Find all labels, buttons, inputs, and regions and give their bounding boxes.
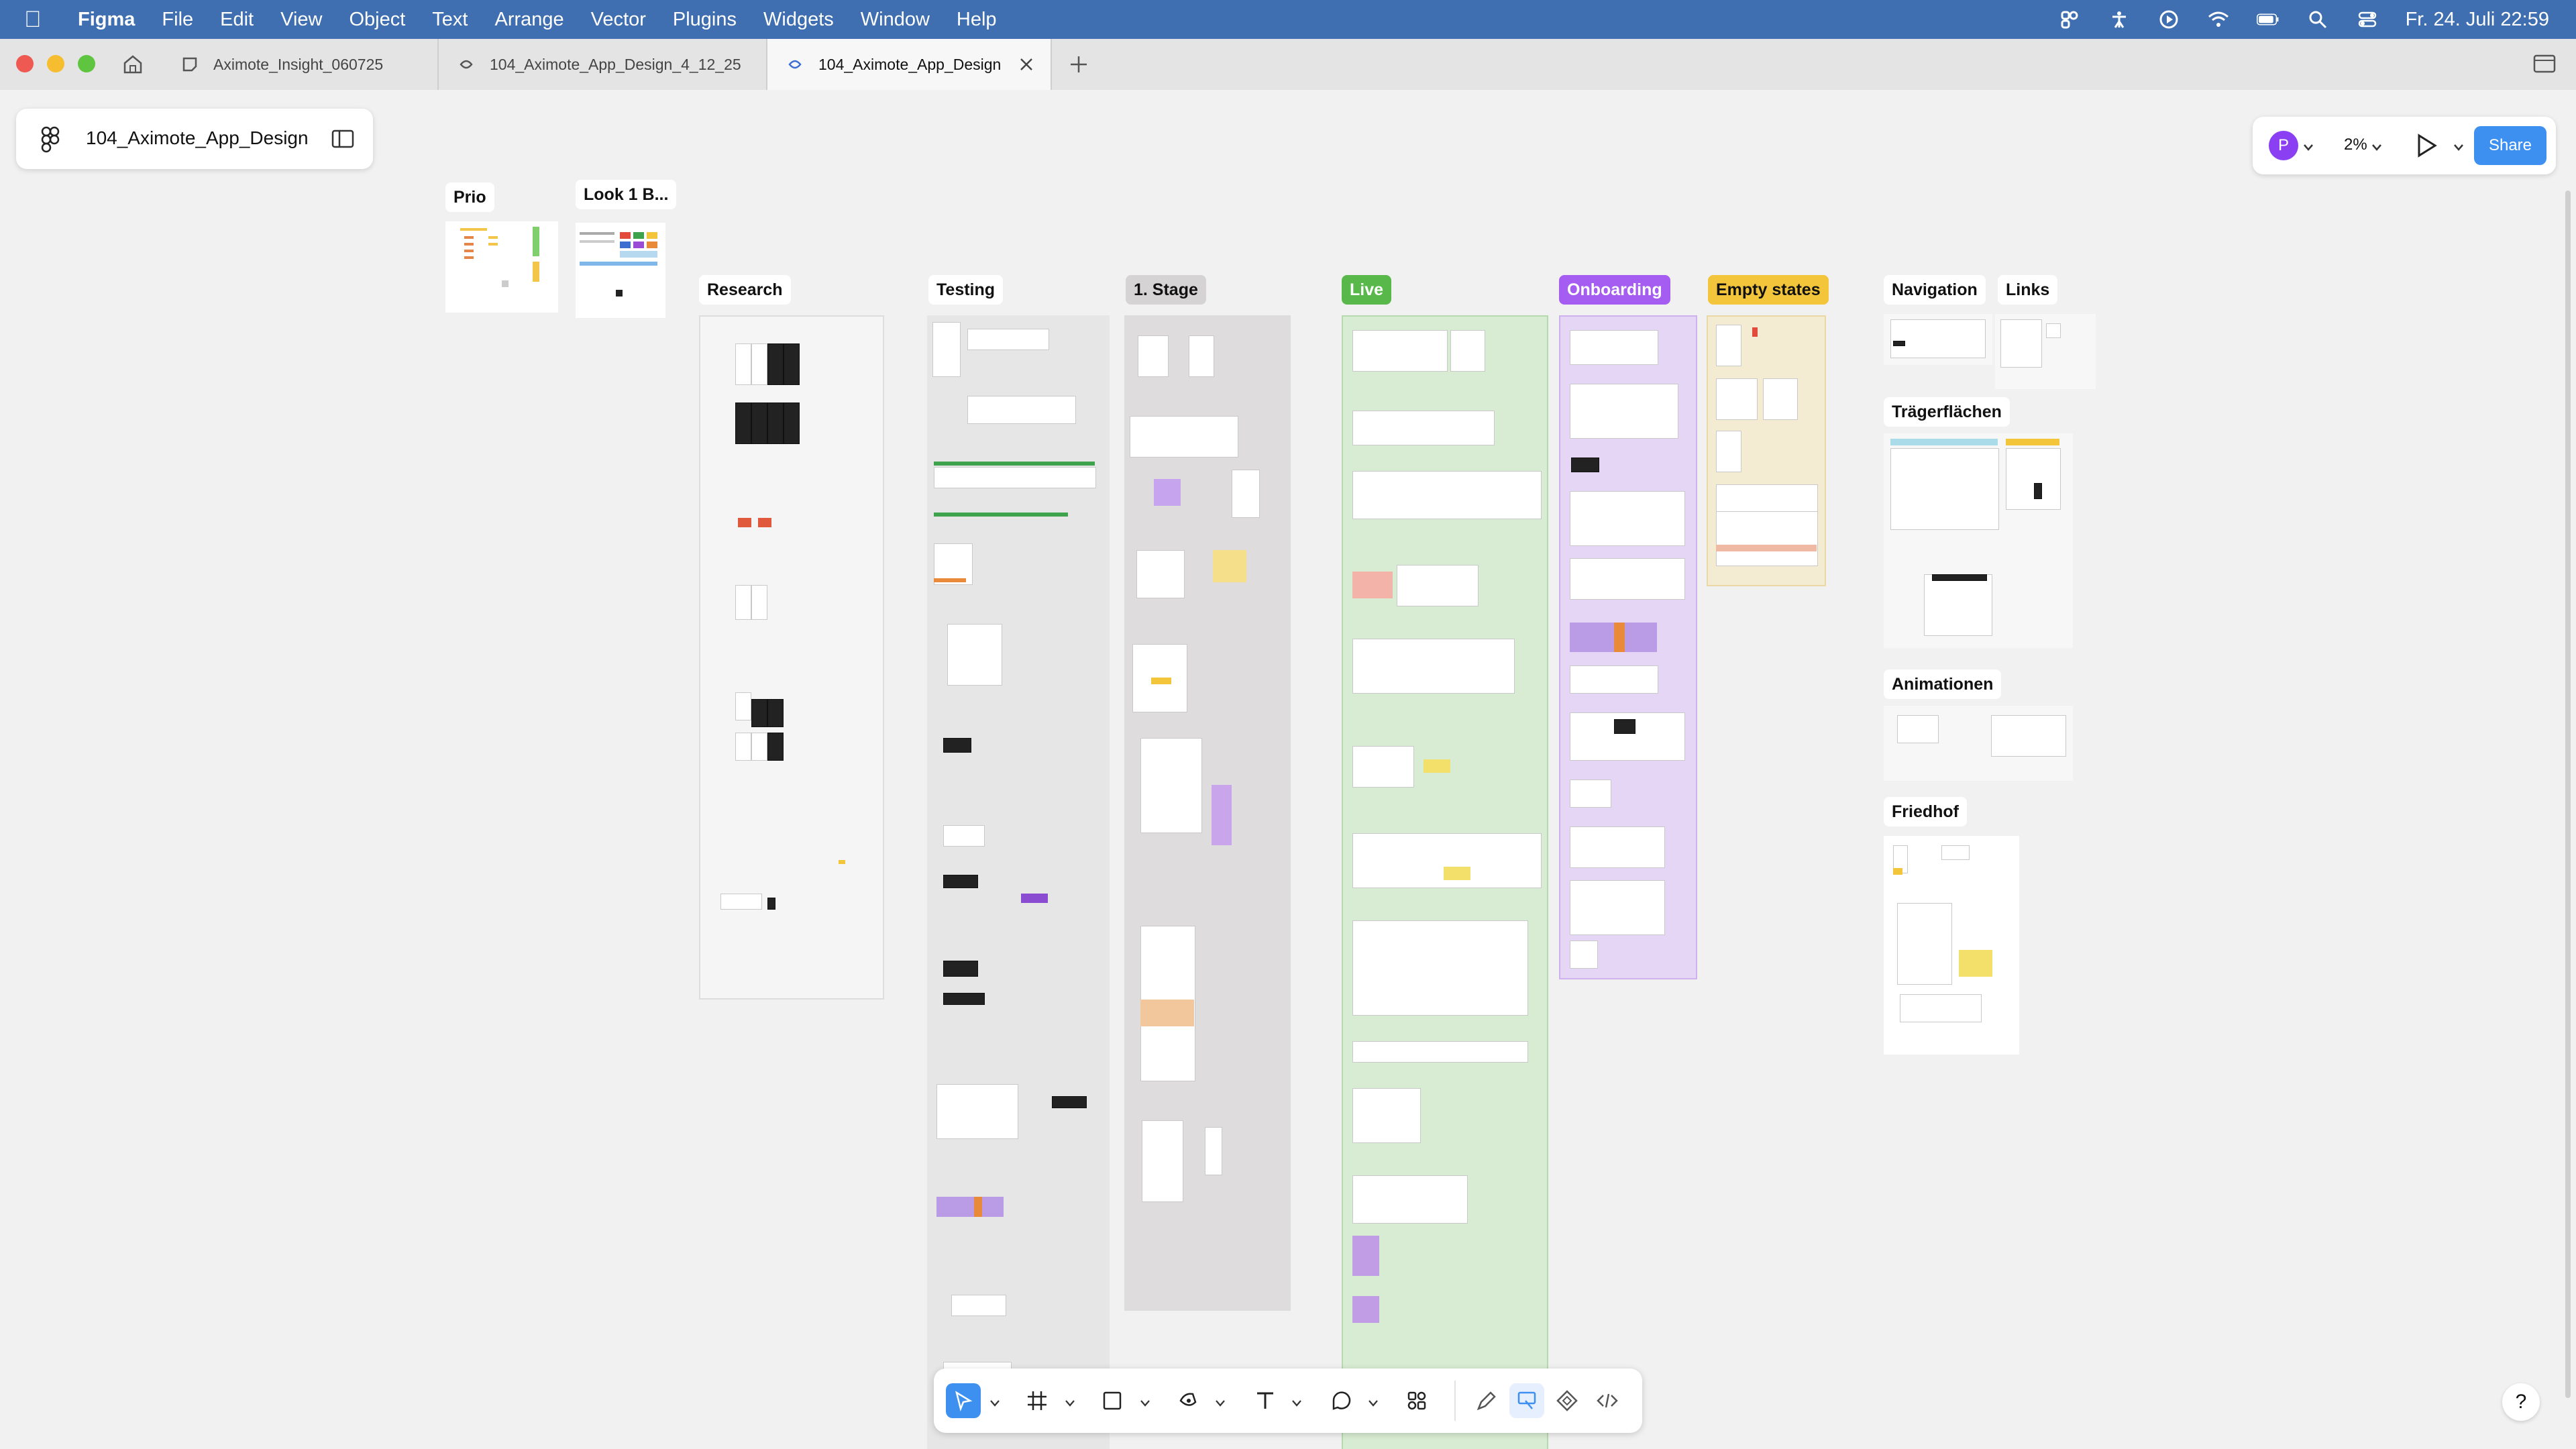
section-navigation[interactable]: [1884, 314, 1992, 365]
draw-tool-icon[interactable]: [1469, 1383, 1504, 1418]
bottom-toolbar: [934, 1368, 1642, 1433]
section-prio[interactable]: [445, 221, 558, 313]
minimize-window-button[interactable]: [47, 55, 64, 72]
rectangle-tool-icon[interactable]: [1095, 1383, 1130, 1418]
menu-bar:  Figma File Edit View Object Text Arran…: [0, 0, 2576, 39]
wifi-icon[interactable]: [2207, 8, 2230, 31]
section-look[interactable]: [576, 223, 665, 318]
control-center-icon[interactable]: [2356, 8, 2379, 31]
section-label-friedhof[interactable]: Friedhof: [1884, 797, 1967, 826]
pen-tool-icon[interactable]: [1171, 1383, 1206, 1418]
dev-mode-icon[interactable]: [1590, 1383, 1625, 1418]
text-tool-icon[interactable]: [1248, 1383, 1283, 1418]
chevron-down-icon[interactable]: [2454, 142, 2463, 154]
right-top-panel: P 2% Share: [2253, 117, 2556, 174]
accessibility-icon[interactable]: [2108, 8, 2131, 31]
figma-tray-icon[interactable]: [2058, 8, 2081, 31]
move-tool-icon[interactable]: [946, 1383, 981, 1418]
tab-aximote-insight[interactable]: Aximote_Insight_060725: [162, 39, 439, 90]
section-label-empty-states[interactable]: Empty states: [1708, 275, 1829, 305]
chevron-down-icon[interactable]: [1065, 1398, 1075, 1407]
figjam-icon: [181, 56, 199, 73]
close-window-button[interactable]: [16, 55, 34, 72]
section-label-animationen[interactable]: Animationen: [1884, 669, 2002, 699]
play-circle-icon[interactable]: [2157, 8, 2180, 31]
menu-clock[interactable]: Fr. 24. Juli 22:59: [2406, 9, 2549, 31]
section-friedhof[interactable]: [1884, 836, 2019, 1055]
file-panel: 104_Aximote_App_Design: [16, 109, 373, 169]
menu-help[interactable]: Help: [957, 9, 997, 31]
section-empty-states[interactable]: [1707, 315, 1826, 586]
chevron-down-icon[interactable]: [1140, 1398, 1150, 1407]
tab-app-design[interactable]: 104_Aximote_App_Design: [767, 39, 1052, 90]
chevron-down-icon[interactable]: [2372, 142, 2381, 154]
frame-tool-icon[interactable]: [1020, 1383, 1055, 1418]
actions-tool-icon[interactable]: [1399, 1383, 1434, 1418]
chevron-down-icon[interactable]: [2304, 142, 2313, 154]
section-onboarding[interactable]: [1559, 315, 1697, 979]
layers-panel-toggle-icon[interactable]: [331, 129, 354, 149]
home-icon[interactable]: [121, 52, 145, 76]
present-play-icon[interactable]: [2414, 133, 2439, 158]
zoom-level[interactable]: 2%: [2344, 136, 2367, 154]
section-label-testing[interactable]: Testing: [928, 275, 1004, 305]
share-button[interactable]: Share: [2474, 126, 2546, 165]
menu-text[interactable]: Text: [432, 9, 468, 31]
section-stage[interactable]: [1124, 315, 1291, 1311]
toolbar-divider: [1454, 1381, 1456, 1421]
design-mode-icon[interactable]: [1509, 1383, 1544, 1418]
section-label-look[interactable]: Look 1 B...: [576, 180, 677, 209]
section-links[interactable]: [1995, 314, 2096, 389]
menu-edit[interactable]: Edit: [220, 9, 254, 31]
file-title[interactable]: 104_Aximote_App_Design: [86, 127, 309, 149]
tab-label: 104_Aximote_App_Design_4_12_25: [490, 55, 741, 73]
chevron-down-icon[interactable]: [1368, 1398, 1378, 1407]
menu-plugins[interactable]: Plugins: [673, 9, 737, 31]
tab-label: 104_Aximote_App_Design: [818, 55, 1002, 73]
menu-window[interactable]: Window: [861, 9, 930, 31]
comment-tool-icon[interactable]: [1324, 1383, 1359, 1418]
chevron-down-icon[interactable]: [1292, 1398, 1301, 1407]
canvas[interactable]: 104_Aximote_App_Design P 2% Share Prio L…: [0, 90, 2576, 1449]
section-label-links[interactable]: Links: [1998, 275, 2058, 305]
section-label-navigation[interactable]: Navigation: [1884, 275, 1986, 305]
menu-vector[interactable]: Vector: [591, 9, 646, 31]
section-label-traegerflaechen[interactable]: Trägerflächen: [1884, 397, 2010, 427]
figma-file-icon: [458, 56, 475, 73]
tab-label: Aximote_Insight_060725: [213, 55, 384, 73]
menu-app-name[interactable]: Figma: [78, 9, 135, 31]
menu-widgets[interactable]: Widgets: [763, 9, 834, 31]
help-button[interactable]: ?: [2502, 1383, 2540, 1421]
spotlight-search-icon[interactable]: [2306, 8, 2329, 31]
figma-file-icon: [786, 56, 804, 73]
menu-file[interactable]: File: [162, 9, 193, 31]
new-tab-icon[interactable]: [1068, 54, 1089, 75]
menu-object[interactable]: Object: [349, 9, 405, 31]
components-icon[interactable]: [1550, 1383, 1585, 1418]
tab-bar: Aximote_Insight_060725 104_Aximote_App_D…: [0, 39, 2576, 91]
section-label-stage[interactable]: 1. Stage: [1126, 275, 1206, 305]
section-label-research[interactable]: Research: [699, 275, 791, 305]
zoom-window-button[interactable]: [78, 55, 95, 72]
menu-view[interactable]: View: [280, 9, 322, 31]
close-tab-icon[interactable]: [1017, 55, 1036, 74]
avatar[interactable]: P: [2269, 131, 2298, 160]
section-label-onboarding[interactable]: Onboarding: [1559, 275, 1670, 305]
chevron-down-icon[interactable]: [1216, 1398, 1225, 1407]
section-live[interactable]: [1342, 315, 1548, 1449]
apple-menu-icon[interactable]: : [24, 7, 59, 33]
section-animationen[interactable]: [1884, 706, 2073, 781]
section-label-prio[interactable]: Prio: [445, 182, 494, 212]
figma-logo-icon[interactable]: [40, 126, 60, 153]
canvas-scrollbar[interactable]: [2565, 191, 2571, 1398]
section-label-live[interactable]: Live: [1342, 275, 1392, 305]
tab-app-design-4-12-25[interactable]: 104_Aximote_App_Design_4_12_25: [439, 39, 767, 90]
section-research[interactable]: [699, 315, 884, 1000]
battery-icon[interactable]: [2256, 8, 2279, 31]
sidebar-toggle-icon[interactable]: [2533, 54, 2556, 74]
section-traegerflaechen[interactable]: [1884, 433, 2073, 648]
chevron-down-icon[interactable]: [990, 1398, 1000, 1407]
section-testing[interactable]: [927, 315, 1110, 1449]
menu-arrange[interactable]: Arrange: [494, 9, 564, 31]
